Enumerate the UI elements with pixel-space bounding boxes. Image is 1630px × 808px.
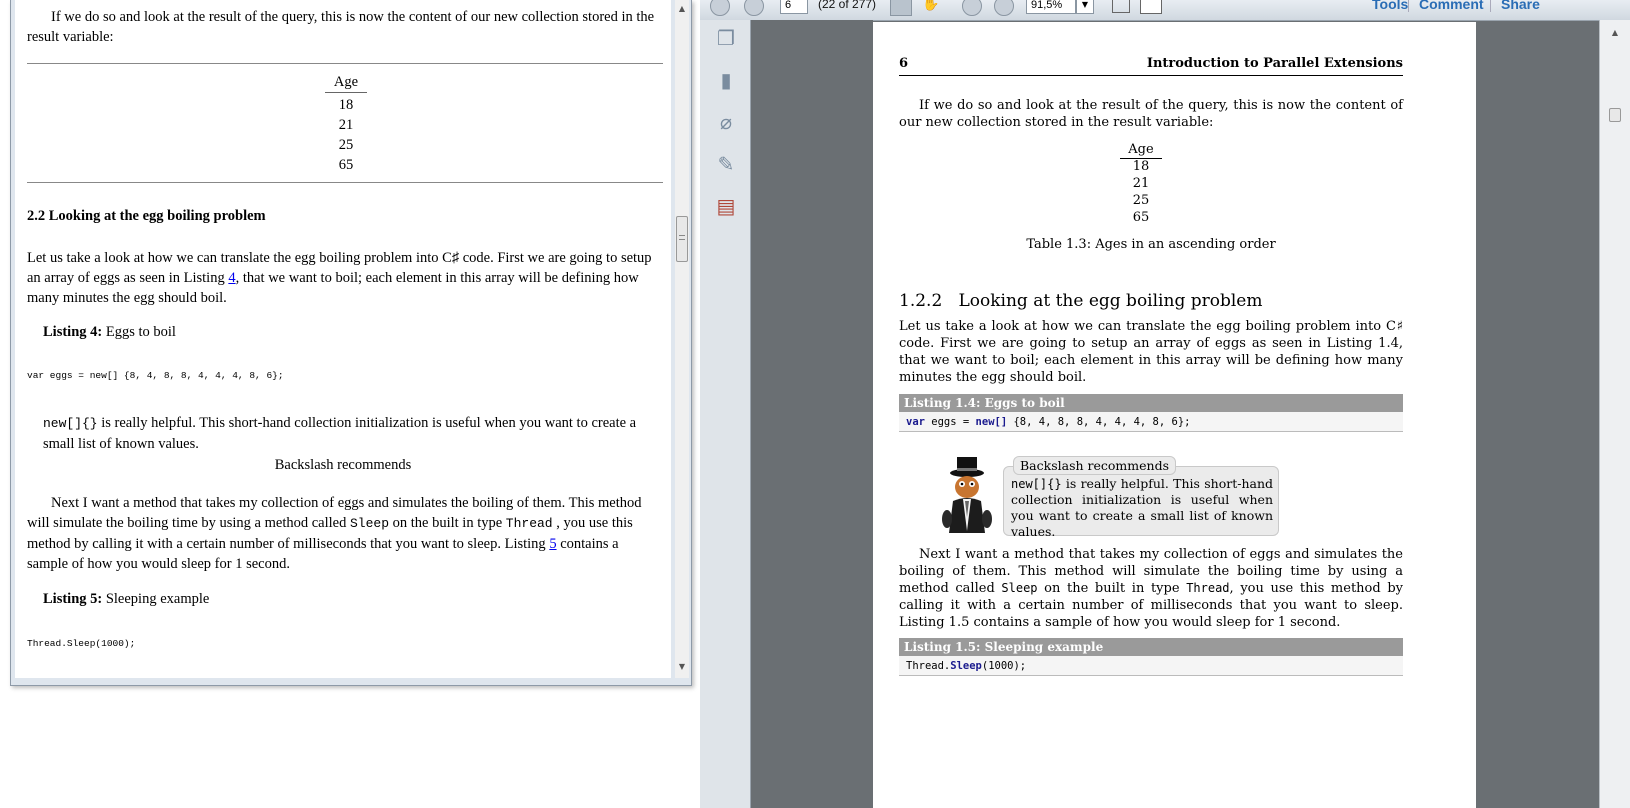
pdf-scrollbar[interactable]: ▲ — [1599, 20, 1630, 808]
navigation-pane: ❐ ▮ ⌀ ✎ ▤ — [700, 20, 751, 808]
table-caption: Table 1.3: Ages in an ascending order — [1026, 237, 1276, 252]
share-button[interactable]: Share — [1490, 0, 1540, 12]
pdf-toolbar: 6 (22 of 277) ✋ 91,5% ▼ Tools Comment Sh… — [700, 0, 1630, 21]
listing-4-caption: Listing 4: Eggs to boil — [43, 324, 176, 340]
listing-5-link[interactable]: 5 — [549, 536, 556, 552]
zoom-input[interactable]: 91,5% — [1026, 0, 1076, 14]
listing-4-header: Listing 1.4: Eggs to boil — [899, 394, 1403, 412]
page-thumbnails-icon[interactable]: ❐ — [715, 26, 737, 50]
previous-page-icon[interactable] — [710, 0, 730, 16]
html-preview-window: If we do so and look at the result of th… — [10, 0, 692, 686]
egg-paragraph: Let us take a look at how we can transla… — [27, 250, 652, 306]
tip-box-text: new[]{} is really helpful. This short-ha… — [1011, 476, 1273, 539]
html-preview-content: If we do so and look at the result of th… — [15, 0, 671, 678]
code-listing-4: var eggs = new[] {8, 4, 8, 8, 4, 4, 4, 8… — [27, 370, 284, 381]
pdf-page: 6 Introduction to Parallel Extensions If… — [873, 22, 1476, 808]
page-number-input[interactable]: 6 — [780, 0, 808, 14]
page-count: (22 of 277) — [818, 0, 877, 11]
backslash-mascot-icon — [942, 457, 992, 533]
tip-box-title: Backslash recommends — [1013, 456, 1176, 475]
zoom-dropdown-icon[interactable]: ▼ — [1076, 0, 1094, 14]
signatures-icon[interactable]: ✎ — [715, 152, 737, 176]
select-tool-icon[interactable] — [890, 0, 912, 16]
left-scrollbar[interactable]: ▲ ▼ — [675, 0, 689, 678]
pdf-scroll-up-icon[interactable]: ▲ — [1608, 26, 1622, 40]
grip-icon — [679, 235, 685, 240]
table-row: 65 — [1132, 210, 1150, 225]
attachments-icon[interactable]: ⌀ — [715, 110, 737, 134]
running-title: Introduction to Parallel Extensions — [1146, 56, 1403, 71]
table-row: 21 — [1132, 176, 1150, 191]
table-row: 25 — [1132, 193, 1150, 208]
hand-tool-icon[interactable]: ✋ — [922, 0, 942, 16]
table-row: 18 — [338, 97, 354, 113]
pdf-scroll-thumb[interactable] — [1609, 108, 1621, 122]
intro-paragraph: If we do so and look at the result of th… — [27, 9, 655, 45]
tip-paragraph: new[]{} is really helpful. This short-ha… — [43, 415, 637, 452]
fit-page-icon[interactable] — [1112, 0, 1130, 13]
next-page-icon[interactable] — [744, 0, 764, 16]
zoom-in-icon[interactable] — [994, 0, 1014, 16]
document-info-icon[interactable]: ▤ — [715, 194, 737, 218]
table-row: 25 — [338, 137, 354, 153]
tools-button[interactable]: Tools — [1372, 0, 1408, 12]
scroll-down-icon[interactable]: ▼ — [675, 660, 689, 674]
pdf-viewer-window: 6 (22 of 277) ✋ 91,5% ▼ Tools Comment Sh… — [700, 0, 1630, 808]
listing-4-link[interactable]: 4 — [228, 270, 235, 286]
comment-button[interactable]: Comment — [1408, 0, 1484, 12]
table-bottom-rule — [27, 182, 663, 183]
table-row: 18 — [1132, 159, 1150, 174]
listing-5-code: Thread.Sleep(1000); — [899, 656, 1403, 676]
pdf-table-body: 18 21 25 65 — [1120, 158, 1162, 226]
age-table-body: 18 21 25 65 — [325, 95, 367, 175]
page-gutter-left — [751, 20, 873, 808]
listing-5-header: Listing 1.5: Sleeping example — [899, 638, 1403, 656]
pdf-sleep-paragraph: Next I want a method that takes my colle… — [899, 547, 1403, 630]
listing-4-code: var eggs = new[] {8, 4, 8, 8, 4, 4, 4, 8… — [899, 412, 1403, 432]
zoom-out-icon[interactable] — [962, 0, 982, 16]
listing-5-caption: Listing 5: Sleeping example — [43, 591, 210, 607]
full-screen-icon[interactable] — [1140, 0, 1162, 14]
age-table-header: Age — [325, 72, 367, 93]
page-number: 6 — [899, 56, 909, 71]
table-row: 21 — [338, 117, 354, 133]
scroll-up-icon[interactable]: ▲ — [675, 2, 689, 16]
pdf-egg-paragraph: Let us take a look at how we can transla… — [899, 319, 1403, 385]
pdf-intro-paragraph: If we do so and look at the result of th… — [899, 98, 1403, 130]
tip-title: Backslash recommends — [274, 457, 412, 473]
page-header: 6 Introduction to Parallel Extensions — [899, 55, 1403, 76]
pdf-table-header: Age — [1120, 141, 1162, 159]
table-top-rule — [27, 63, 663, 64]
scroll-thumb[interactable] — [676, 216, 688, 262]
pdf-section-heading: 1.2.2 Looking at the egg boiling problem — [899, 291, 1263, 311]
bookmarks-icon[interactable]: ▮ — [715, 68, 737, 92]
sleep-paragraph: Next I want a method that takes my colle… — [27, 495, 642, 572]
table-row: 65 — [338, 157, 354, 173]
section-heading: 2.2 Looking at the egg boiling problem — [27, 208, 266, 224]
code-listing-5: Thread.Sleep(1000); — [27, 638, 136, 649]
